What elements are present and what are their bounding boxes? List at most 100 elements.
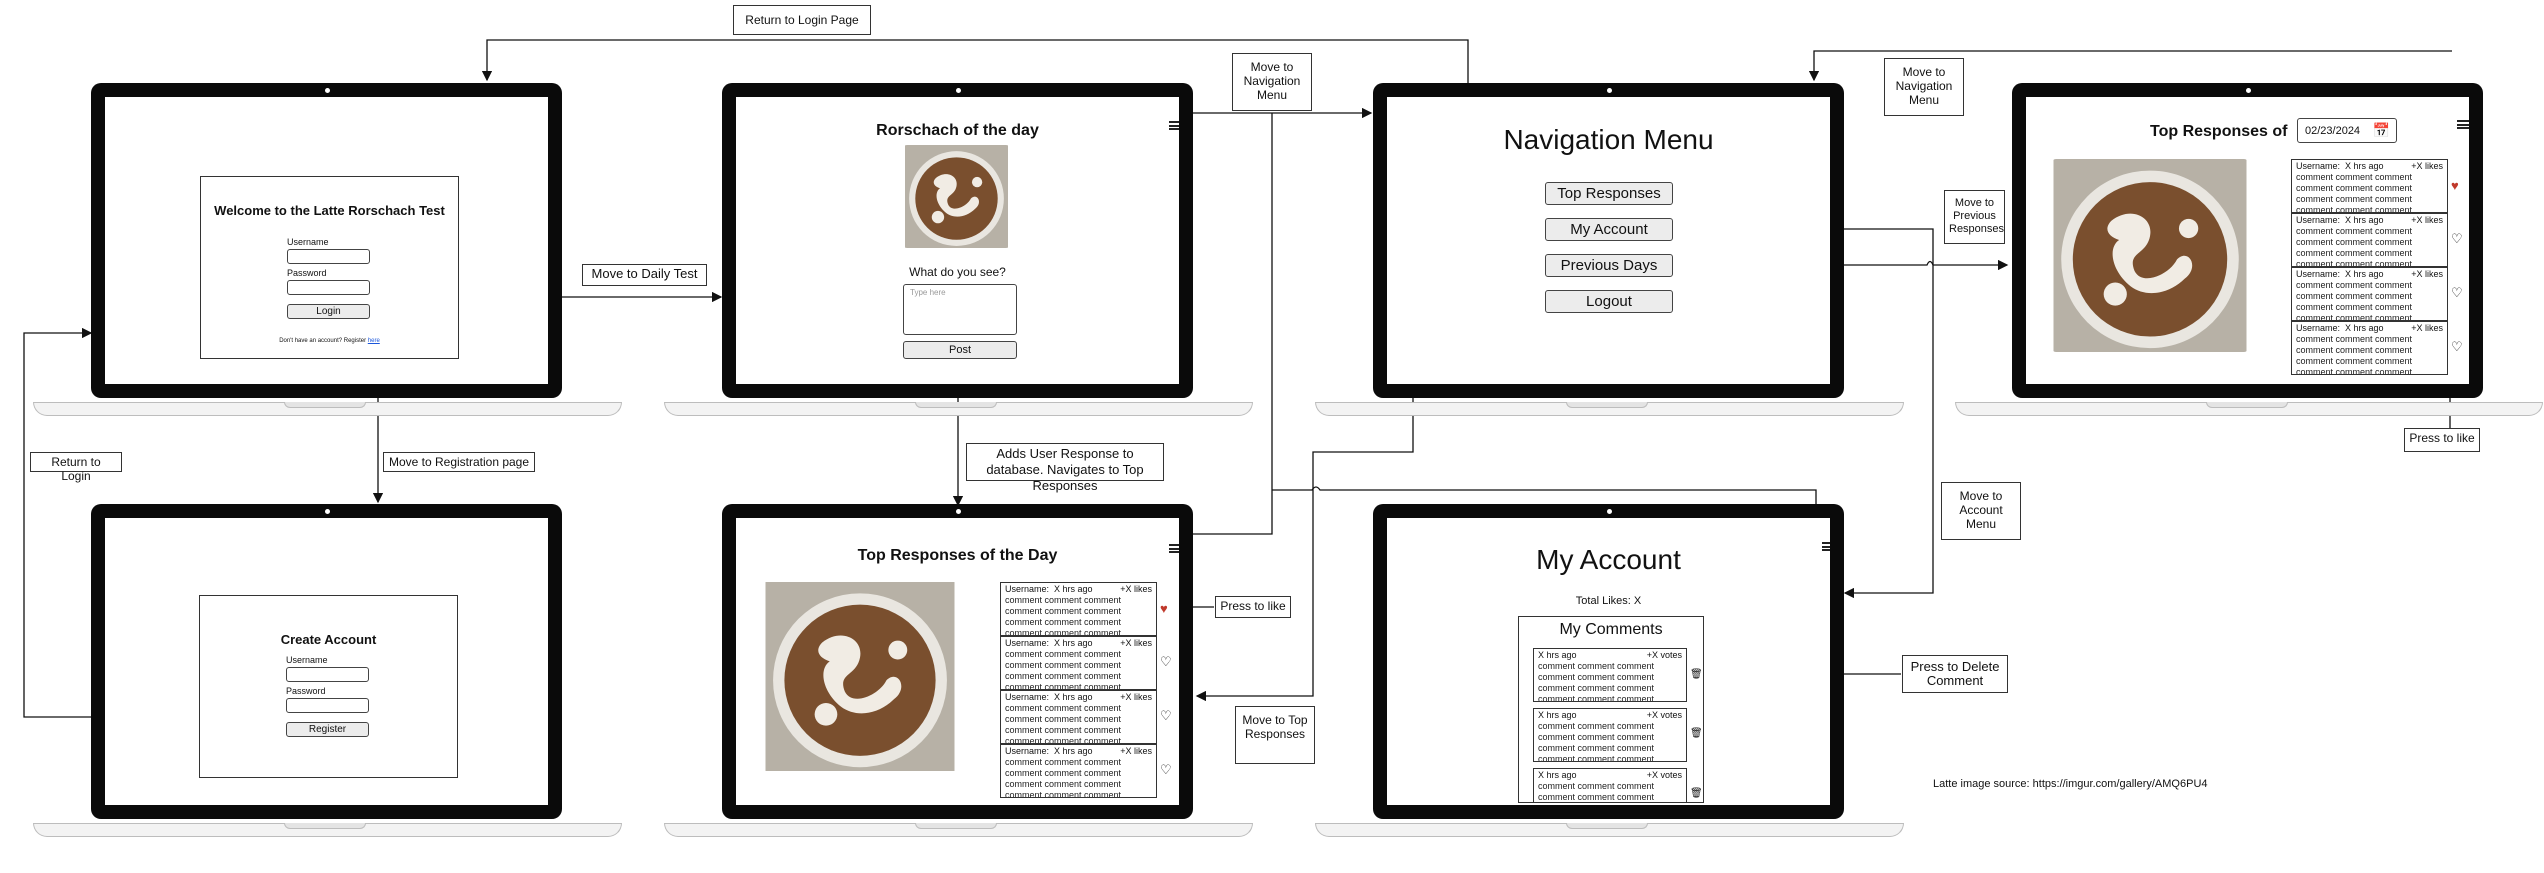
- previous-title: Top Responses of: [2150, 123, 2288, 140]
- latte-art-icon: [765, 582, 955, 771]
- login-title: Welcome to the Latte Rorschach Test: [214, 203, 445, 218]
- comment-card: X hrs ago +X votes comment comment commen…: [1533, 708, 1687, 762]
- password-label: Password: [286, 686, 326, 696]
- note-move-top: Move to Top Responses: [1235, 706, 1315, 764]
- daily-title: Rorschach of the day: [876, 122, 1039, 139]
- response-card: Username: X hrs ago +X likes comment comm…: [2291, 159, 2448, 213]
- password-field[interactable]: [287, 280, 370, 295]
- camera-dot: [1606, 509, 1612, 514]
- comments-panel: My Comments X hrs ago +X votes comment co…: [1518, 616, 1704, 803]
- laptop-daily: Rorschach of the day What do you see? Ty…: [722, 83, 1193, 398]
- register-screen: Create Account Username Password Registe…: [105, 518, 548, 805]
- top-responses-screen: Top Responses of the Day Username: X hrs…: [736, 518, 1179, 805]
- nav-top-responses-button[interactable]: Top Responses: [1545, 182, 1673, 205]
- note-return-login-page: Return to Login Page: [733, 5, 871, 35]
- latte-image: [762, 582, 958, 771]
- trash-icon[interactable]: 🗑: [1690, 670, 1703, 680]
- password-field[interactable]: [286, 698, 369, 713]
- laptop-notch: [2206, 402, 2288, 408]
- note-adds-response: Adds User Response to database. Navigate…: [966, 443, 1164, 493]
- previous-screen: Top Responses of 02/23/2024 📅 Username: …: [2026, 97, 2469, 384]
- top-day-title: Top Responses of the Day: [857, 547, 1058, 564]
- latte-image: [2052, 159, 2248, 352]
- register-title: Create Account: [280, 632, 377, 647]
- note-return-login: Return to Login: [30, 452, 122, 483]
- laptop-notch: [284, 823, 366, 829]
- calendar-icon[interactable]: 📅: [2373, 122, 2390, 139]
- laptop-register: Create Account Username Password Registe…: [91, 504, 562, 819]
- response-card: Username: X hrs ago +X likes comment comm…: [1000, 582, 1157, 636]
- register-panel: Create Account Username Password Registe…: [199, 595, 458, 778]
- heart-liked-icon[interactable]: ♥: [1160, 602, 1168, 615]
- laptop-top-responses: Top Responses of the Day Username: X hrs…: [722, 504, 1193, 819]
- comments-title: My Comments: [1559, 621, 1663, 638]
- laptop-navigation: Navigation Menu Top Responses My Account…: [1373, 83, 1844, 398]
- source-note: Latte image source: https://imgur.com/ga…: [1933, 778, 2208, 790]
- daily-screen: Rorschach of the day What do you see? Ty…: [736, 97, 1179, 384]
- laptop-login: Welcome to the Latte Rorschach Test User…: [91, 83, 562, 398]
- camera-dot: [324, 88, 330, 93]
- nav-logout-button[interactable]: Logout: [1545, 290, 1673, 313]
- heart-icon[interactable]: ♡: [2451, 232, 2463, 245]
- response-card: Username: X hrs ago +X likes comment comm…: [2291, 267, 2448, 321]
- post-button[interactable]: Post: [903, 341, 1017, 359]
- camera-dot: [2245, 88, 2251, 93]
- laptop-notch: [1566, 823, 1648, 829]
- note-move-previous: Move to Previous Responses: [1944, 190, 2005, 244]
- username-label: Username: [287, 237, 329, 247]
- nav-previous-days-button[interactable]: Previous Days: [1545, 254, 1673, 277]
- heart-icon[interactable]: ♡: [2451, 286, 2463, 299]
- response-card: Username: X hrs ago +X likes comment comm…: [2291, 321, 2448, 375]
- response-placeholder: Type here: [910, 288, 946, 297]
- register-prompt-text: Don't have an account? Register: [279, 338, 368, 344]
- note-move-daily-test: Move to Daily Test: [582, 264, 707, 286]
- note-move-account: Move to Account Menu: [1941, 482, 2021, 540]
- account-title: My Account: [1536, 544, 1681, 575]
- camera-dot: [955, 509, 961, 514]
- latte-image: [903, 145, 1010, 248]
- laptop-notch: [915, 823, 997, 829]
- latte-art-icon: [905, 145, 1008, 248]
- camera-dot: [955, 88, 961, 93]
- latte-art-icon: [2053, 159, 2247, 352]
- date-picker[interactable]: 02/23/2024 📅: [2297, 118, 2397, 143]
- register-button[interactable]: Register: [286, 722, 369, 737]
- response-card: Username: X hrs ago +X likes comment comm…: [1000, 690, 1157, 744]
- nav-title: Navigation Menu: [1503, 124, 1714, 155]
- note-move-registration: Move to Registration page: [383, 452, 535, 472]
- note-press-delete: Press to Delete Comment: [1902, 655, 2008, 693]
- heart-icon[interactable]: ♡: [2451, 340, 2463, 353]
- trash-icon[interactable]: 🗑: [1690, 729, 1703, 739]
- username-field[interactable]: [287, 249, 370, 264]
- camera-dot: [324, 509, 330, 514]
- response-textarea[interactable]: Type here: [903, 284, 1017, 335]
- response-card: Username: X hrs ago +X likes comment comm…: [2291, 213, 2448, 267]
- laptop-previous: Top Responses of 02/23/2024 📅 Username: …: [2012, 83, 2483, 398]
- hamburger-menu-icon[interactable]: [2457, 120, 2469, 129]
- laptop-notch: [1566, 402, 1648, 408]
- response-card: Username: X hrs ago +X likes comment comm…: [1000, 744, 1157, 798]
- login-panel: Welcome to the Latte Rorschach Test User…: [200, 176, 459, 359]
- register-prompt: Don't have an account? Register here: [201, 338, 458, 344]
- heart-icon[interactable]: ♡: [1160, 709, 1172, 722]
- daily-question: What do you see?: [909, 265, 1006, 279]
- comment-card: X hrs ago +X votes comment comment commen…: [1533, 648, 1687, 702]
- camera-dot: [1606, 88, 1612, 93]
- heart-liked-icon[interactable]: ♥: [2451, 179, 2459, 192]
- note-move-nav-2: Move to Navigation Menu: [1884, 58, 1964, 116]
- login-button[interactable]: Login: [287, 304, 370, 319]
- username-field[interactable]: [286, 667, 369, 682]
- trash-icon[interactable]: 🗑: [1690, 789, 1703, 799]
- response-card: Username: X hrs ago +X likes comment comm…: [1000, 636, 1157, 690]
- total-likes: Total Likes: X: [1575, 595, 1642, 607]
- username-label: Username: [286, 655, 328, 665]
- note-move-nav-1: Move to Navigation Menu: [1232, 53, 1312, 111]
- register-link[interactable]: here: [368, 338, 380, 344]
- laptop-notch: [915, 402, 997, 408]
- laptop-account: My Account Total Likes: X My Comments X …: [1373, 504, 1844, 819]
- account-screen: My Account Total Likes: X My Comments X …: [1387, 518, 1830, 805]
- heart-icon[interactable]: ♡: [1160, 763, 1172, 776]
- nav-my-account-button[interactable]: My Account: [1545, 218, 1673, 241]
- laptop-notch: [284, 402, 366, 408]
- heart-icon[interactable]: ♡: [1160, 655, 1172, 668]
